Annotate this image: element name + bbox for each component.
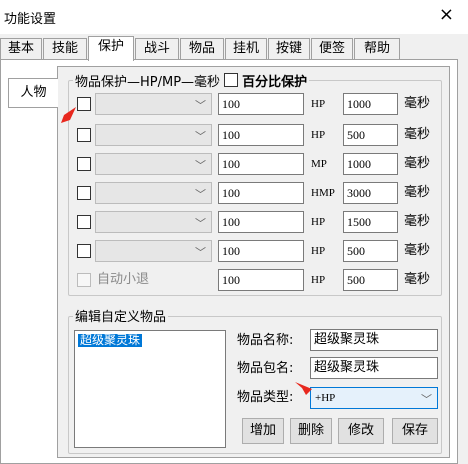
save-button[interactable]: 保存 — [392, 418, 438, 444]
tab-notes[interactable]: 便签 — [311, 38, 353, 60]
item-protect-group-label: 物品保护—HP/MP—毫秒 — [75, 74, 221, 90]
item-protect-group-header: 物品保护—HP/MP—毫秒 百分比保护 — [73, 70, 310, 90]
interval-input[interactable]: 1000 — [343, 93, 398, 115]
tab-basic[interactable]: 基本 — [0, 38, 42, 60]
custom-item-group-label: 编辑自定义物品 — [73, 305, 169, 325]
item-select[interactable]: ﹀ — [95, 240, 212, 262]
chevron-down-icon: ﹀ — [195, 246, 206, 259]
tab-help[interactable]: 帮助 — [354, 38, 400, 60]
interval-input[interactable]: 1500 — [343, 211, 398, 233]
interval-input[interactable]: 1000 — [343, 153, 398, 175]
custom-item-list[interactable]: 超级聚灵珠 — [74, 330, 226, 448]
percent-protect-label: 百分比保护 — [242, 74, 308, 90]
ms-label: 毫秒 — [404, 214, 431, 229]
threshold-input[interactable]: 100 — [218, 124, 304, 146]
chevron-down-icon: ﹀ — [195, 99, 206, 112]
ms-label: 毫秒 — [404, 156, 431, 171]
row-checkbox[interactable] — [77, 157, 91, 171]
ms-label: 毫秒 — [404, 272, 431, 287]
threshold-input[interactable]: 100 — [218, 240, 304, 262]
item-select[interactable]: ﹀ — [95, 182, 212, 204]
unit-label: HP — [311, 129, 326, 141]
unit-label: HP — [311, 98, 326, 110]
percent-protect-checkbox[interactable] — [224, 73, 239, 87]
unit-label: MP — [311, 158, 327, 170]
item-select[interactable]: ﹀ — [95, 211, 212, 233]
unit-label: HMP — [311, 187, 335, 199]
close-icon[interactable]: × — [439, 5, 454, 25]
row-checkbox[interactable] — [77, 186, 91, 200]
item-type-value: +HP — [315, 392, 336, 404]
package-name-input[interactable]: 超级聚灵珠 — [310, 357, 438, 379]
tab-items[interactable]: 物品 — [180, 38, 224, 60]
tab-bar: 基本 技能 保护 战斗 物品 挂机 按键 便签 帮助 — [0, 36, 468, 61]
item-select[interactable]: ﹀ — [95, 153, 212, 175]
row-checkbox[interactable] — [77, 215, 91, 229]
subtab-character[interactable]: 人物 — [8, 78, 58, 108]
red-arrow-icon — [295, 382, 312, 395]
threshold-input[interactable]: 100 — [218, 182, 304, 204]
threshold-input[interactable]: 100 — [218, 93, 304, 115]
unit-label: HP — [311, 274, 326, 286]
row-checkbox[interactable] — [77, 244, 91, 258]
tab-skills[interactable]: 技能 — [43, 38, 87, 60]
item-name-input[interactable]: 超级聚灵珠 — [310, 329, 438, 351]
item-type-label: 物品类型: — [237, 390, 294, 405]
ms-label: 毫秒 — [404, 185, 431, 200]
tab-hotkeys[interactable]: 按键 — [268, 38, 310, 60]
delete-button[interactable]: 删除 — [290, 418, 332, 444]
tab-combat[interactable]: 战斗 — [135, 38, 179, 60]
threshold-input[interactable]: 100 — [218, 153, 304, 175]
unit-label: HP — [311, 245, 326, 257]
interval-input[interactable]: 500 — [343, 240, 398, 262]
item-select[interactable]: ﹀ — [95, 124, 212, 146]
auto-logout-label: 自动小退 — [97, 272, 150, 287]
window-title: 功能设置 — [4, 12, 57, 27]
row-checkbox[interactable] — [77, 128, 91, 142]
chevron-down-icon: ﹀ — [195, 130, 206, 143]
title-bar: 功能设置 × — [0, 0, 468, 34]
item-select[interactable]: ﹀ — [95, 93, 212, 115]
red-arrow-icon — [61, 107, 76, 123]
item-type-select[interactable]: +HP ﹀ — [310, 387, 438, 409]
tab-protect[interactable]: 保护 — [88, 36, 134, 61]
chevron-down-icon: ﹀ — [195, 159, 206, 172]
ms-label: 毫秒 — [404, 243, 431, 258]
auto-logout-checkbox[interactable] — [77, 273, 91, 287]
tab-idle[interactable]: 挂机 — [225, 38, 267, 60]
unit-label: HP — [311, 216, 326, 228]
add-button[interactable]: 增加 — [242, 418, 284, 444]
interval-input[interactable]: 3000 — [343, 182, 398, 204]
row-checkbox[interactable] — [77, 97, 91, 111]
modify-button[interactable]: 修改 — [338, 418, 384, 444]
chevron-down-icon: ﹀ — [195, 217, 206, 230]
chevron-down-icon: ﹀ — [421, 393, 432, 406]
chevron-down-icon: ﹀ — [195, 188, 206, 201]
package-name-label: 物品包名: — [237, 361, 294, 376]
interval-input[interactable]: 500 — [343, 269, 398, 291]
threshold-input[interactable]: 100 — [218, 211, 304, 233]
ms-label: 毫秒 — [404, 127, 431, 142]
threshold-input[interactable]: 100 — [218, 269, 304, 291]
item-name-label: 物品名称: — [237, 333, 294, 348]
interval-input[interactable]: 500 — [343, 124, 398, 146]
list-item[interactable]: 超级聚灵珠 — [78, 334, 143, 347]
ms-label: 毫秒 — [404, 96, 431, 111]
